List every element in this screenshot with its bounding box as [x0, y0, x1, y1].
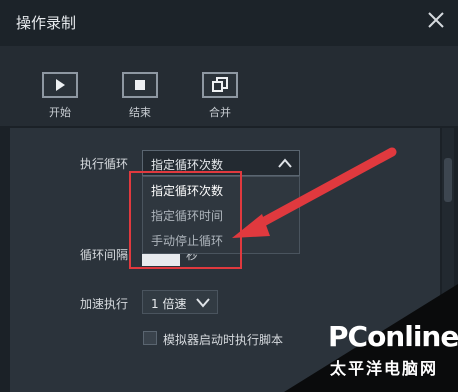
- watermark-subtitle: 太平洋电脑网: [330, 359, 439, 378]
- watermark-logo: PConline: [328, 320, 458, 353]
